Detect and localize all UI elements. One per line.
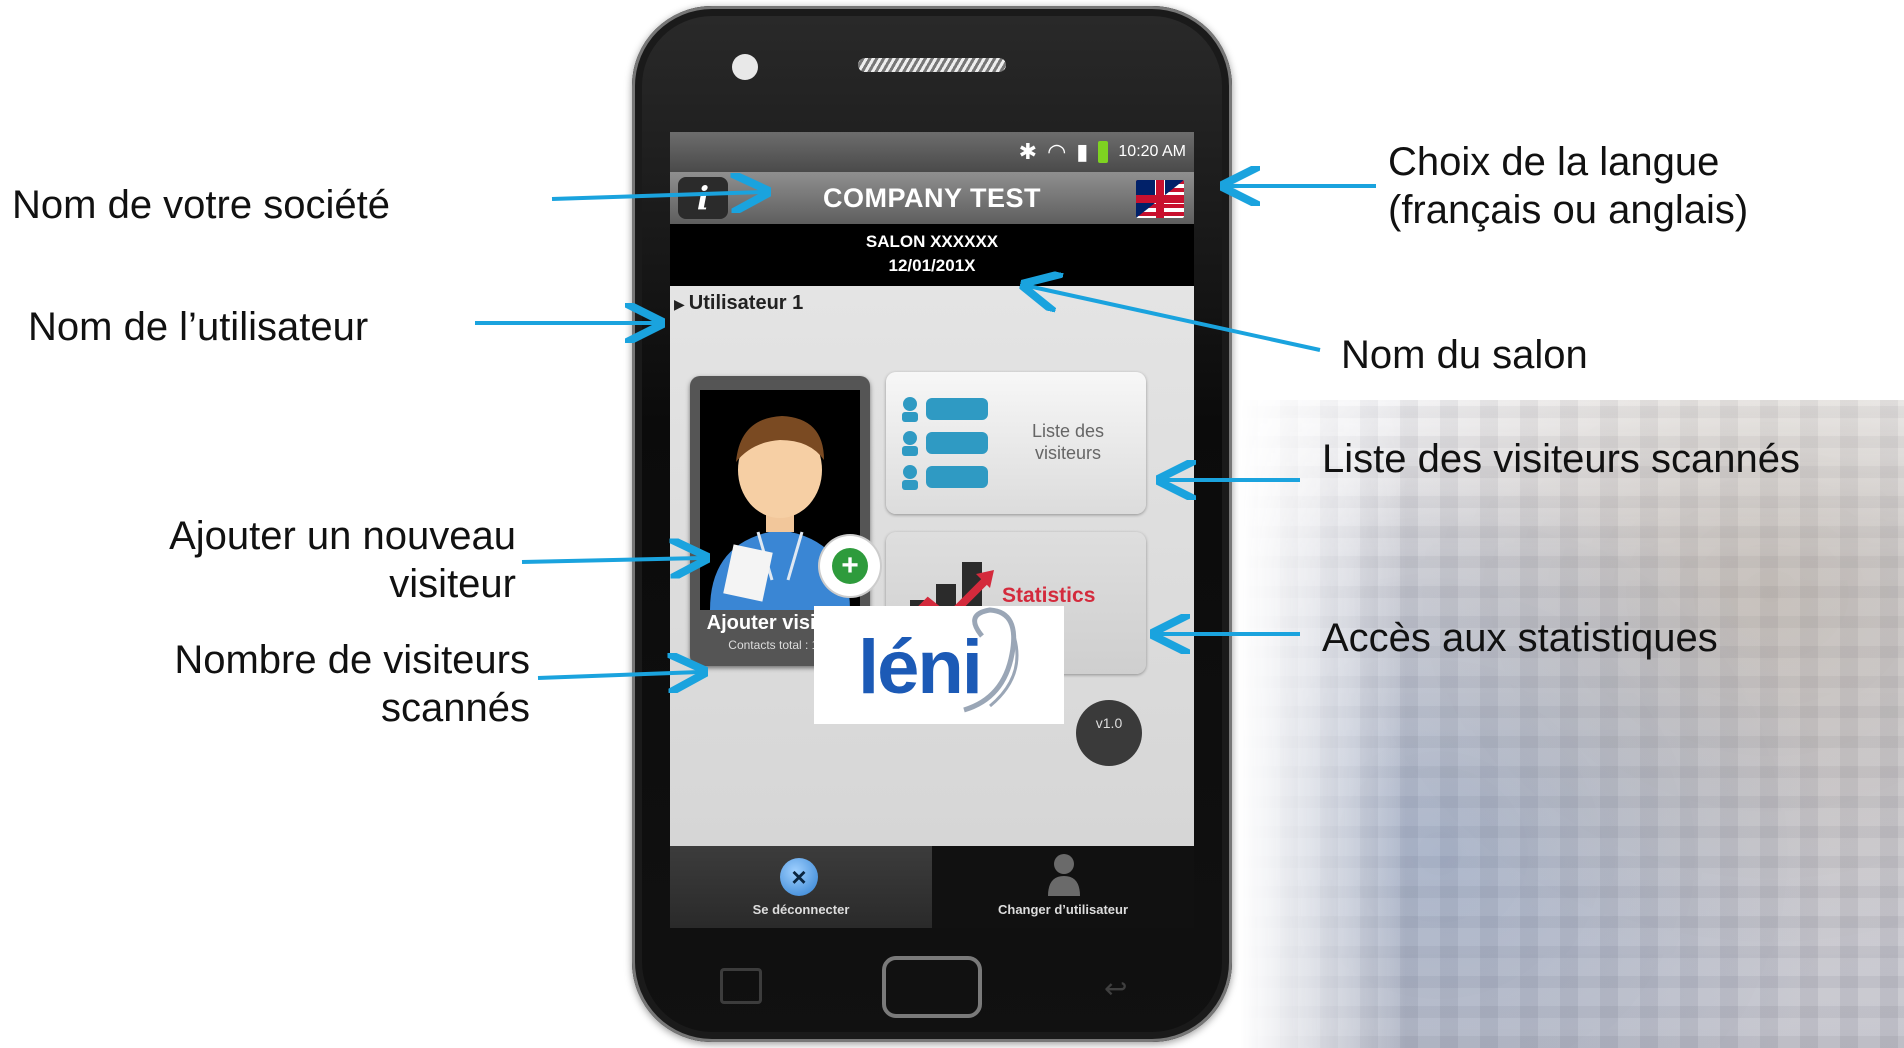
- arrow-salon: [1028, 286, 1321, 352]
- arrow-company: [551, 192, 763, 199]
- callout-arrows: [475, 0, 1376, 1048]
- arrow-add-visitor: [521, 558, 702, 562]
- arrow-visitor-count: [537, 672, 700, 678]
